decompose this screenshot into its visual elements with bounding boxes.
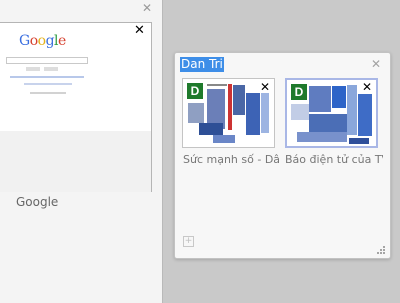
- group-close-icon[interactable]: ✕: [371, 57, 381, 71]
- google-logo-letter: G: [19, 33, 30, 49]
- google-logo-letter: g: [45, 33, 55, 49]
- tab-title[interactable]: Báo điện tử của TV: [285, 153, 383, 166]
- tab-group-dan-tri[interactable]: Dan Tri ✕ D ✕ D ✕ Sức mạnh số - Dân Báo …: [174, 52, 391, 259]
- tab-thumbnail[interactable]: D ✕: [182, 78, 275, 148]
- tab-thumbnail-google[interactable]: ✕ Google: [0, 22, 152, 192]
- group-title-input[interactable]: Dan Tri: [180, 57, 224, 72]
- dantri-favicon-icon: D: [291, 84, 307, 100]
- tab-close-icon[interactable]: ✕: [260, 81, 270, 93]
- google-logo-letter: o: [37, 33, 46, 49]
- dantri-favicon-icon: D: [187, 83, 203, 99]
- tab-title[interactable]: Sức mạnh số - Dân: [183, 153, 279, 166]
- group-title-google[interactable]: Google: [16, 195, 58, 209]
- thumbnail-footer: [0, 131, 151, 192]
- tab-close-icon[interactable]: ✕: [362, 81, 372, 93]
- tab-close-icon[interactable]: ✕: [134, 24, 145, 38]
- google-logo-letter: o: [29, 33, 38, 49]
- google-logo: Google: [19, 33, 66, 49]
- google-logo-letter: e: [58, 33, 66, 49]
- new-tab-icon[interactable]: +: [183, 236, 194, 247]
- tab-group-google[interactable]: ✕ ✕ Google Google: [0, 0, 163, 303]
- tab-thumbnail-selected[interactable]: D ✕: [285, 78, 378, 148]
- thumbnail-button: [44, 67, 58, 71]
- resize-grip-icon[interactable]: [377, 246, 386, 255]
- thumbnail-text-line: [24, 83, 72, 85]
- group-close-icon[interactable]: ✕: [142, 1, 152, 15]
- thumbnail-text-line: [10, 76, 84, 78]
- thumbnail-search-box: [6, 57, 88, 64]
- thumbnail-text-line: [30, 92, 66, 94]
- thumbnail-button: [26, 67, 40, 71]
